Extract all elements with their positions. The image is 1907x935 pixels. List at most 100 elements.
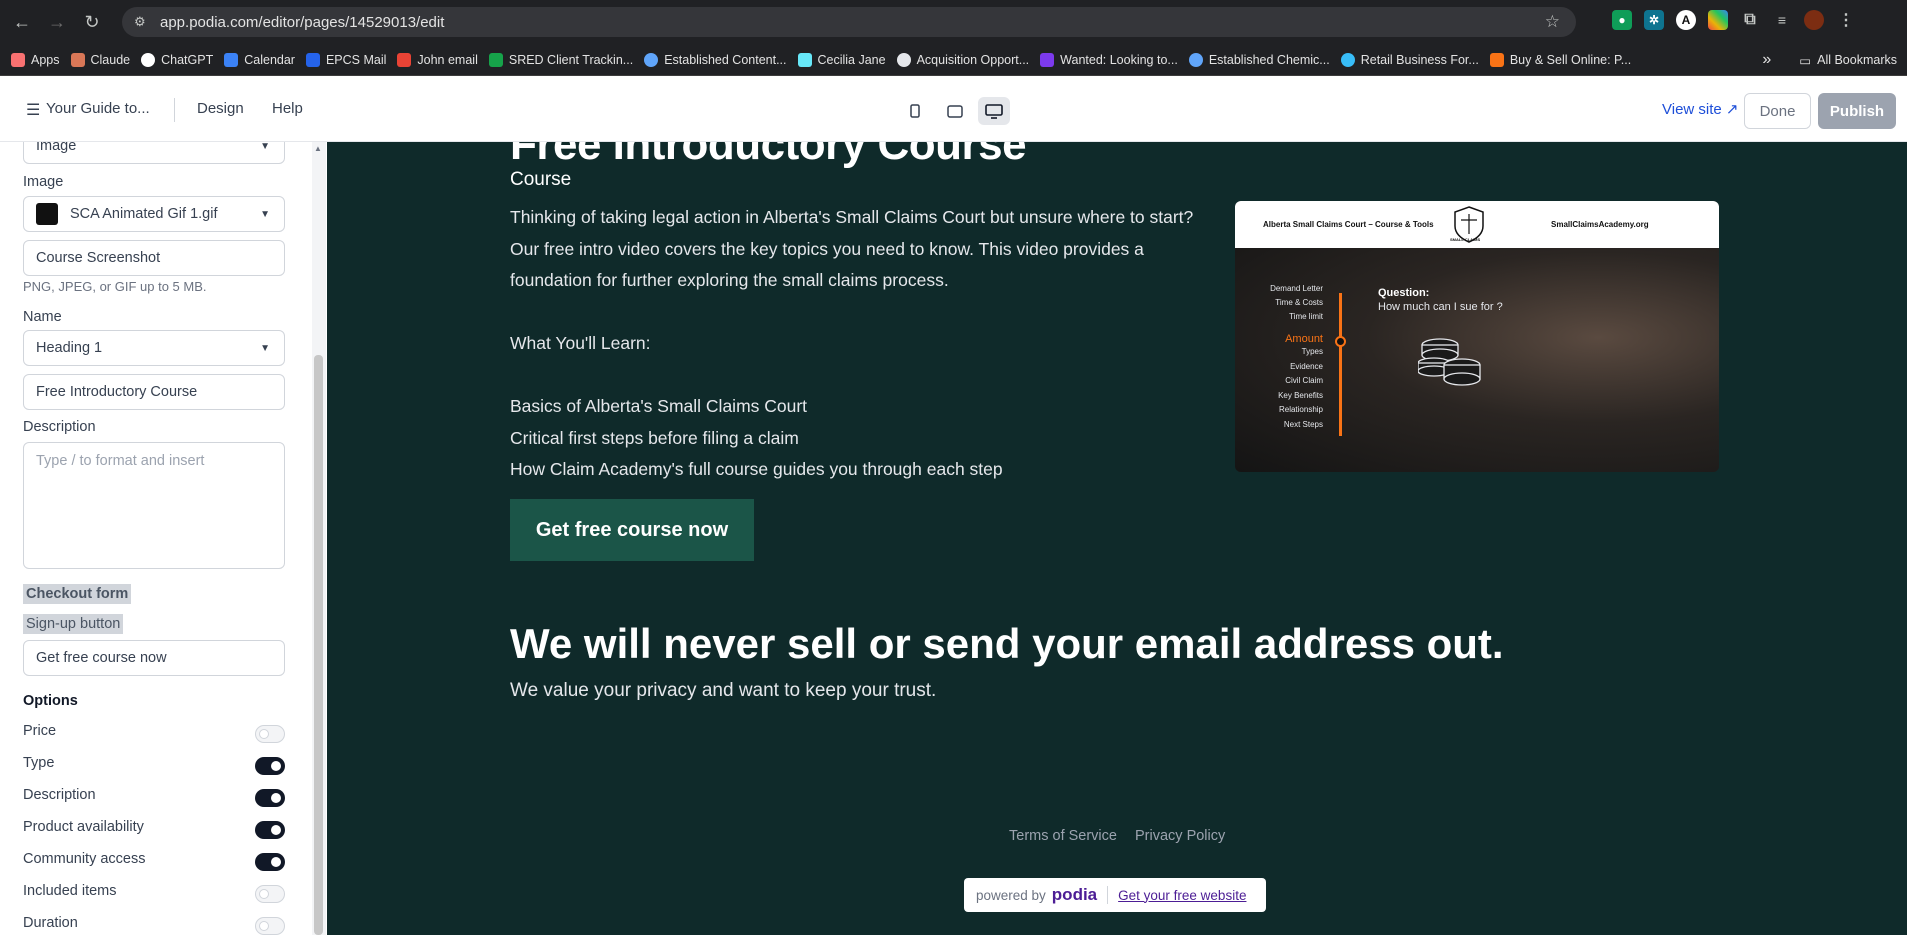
chevron-down-icon: ▼ [260,342,270,354]
menu-item: Next Steps [1283,420,1323,429]
option-price-toggle[interactable] [255,725,285,743]
menu-item: Evidence [1290,362,1323,371]
done-button[interactable]: Done [1744,93,1811,129]
menu-item: Key Benefits [1278,391,1323,400]
privacy-heading: We will never sell or send your email ad… [510,620,1504,667]
block-type-select[interactable]: Image ▼ [23,142,285,164]
powered-by-badge: powered by podia Get your free website [964,878,1266,912]
all-bookmarks-link[interactable]: All Bookmarks [1817,53,1897,67]
extension-icon[interactable]: ● [1612,10,1632,30]
page-preview: Free Introductory Course Course Thinking… [327,142,1907,935]
checkout-form-heading: Checkout form [23,584,132,604]
media-icon[interactable]: ≡ [1772,10,1792,30]
privacy-policy-link[interactable]: Privacy Policy [1135,828,1225,844]
extension-icon[interactable] [1708,10,1728,30]
option-duration-toggle[interactable] [255,917,285,935]
option-duration-label: Duration [23,915,78,931]
sidebar-scrollbar-thumb[interactable] [314,355,323,935]
timeline-marker [1335,336,1346,347]
description-label: Description [23,419,96,435]
course-title[interactable]: Free Introductory Course [510,142,1027,170]
menu-item-active: Amount [1285,333,1323,345]
bookmark-star-icon[interactable]: ☆ [1545,12,1560,32]
privacy-subtext: We value your privacy and want to keep y… [510,680,937,701]
address-bar[interactable]: ⚙ app.podia.com/editor/pages/14529013/ed… [122,7,1576,37]
heading-level-select[interactable]: Heading 1 ▼ [23,330,285,366]
tablet-preview-icon[interactable] [939,97,971,125]
bookmark-claude[interactable]: Claude [70,52,130,67]
image-hint: PNG, JPEG, or GIF up to 5 MB. [23,279,207,294]
more-bookmarks-icon[interactable]: » [1762,51,1771,69]
course-screenshot-image[interactable]: Alberta Small Claims Court – Course & To… [1235,201,1719,472]
bookmark-established-content[interactable]: Established Content... [644,52,787,67]
alt-text-input[interactable]: Course Screenshot [23,240,285,276]
menu-icon[interactable]: ⋮ [1836,10,1856,30]
bookmark-epcs-mail[interactable]: EPCS Mail [305,52,386,67]
puzzle-icon[interactable]: ⧉ [1740,10,1760,30]
option-availability-toggle[interactable] [255,821,285,839]
option-description-toggle[interactable] [255,789,285,807]
site-info-icon[interactable]: ⚙ [134,14,150,30]
product-type: Course [510,169,572,190]
menu-item: Time & Costs [1275,298,1323,307]
get-free-course-button[interactable]: Get free course now [510,499,754,561]
extensions-area: ● ✲ A ⧉ ≡ ⋮ [1612,10,1856,30]
learn-item: Critical first steps before filing a cla… [510,428,799,448]
design-link[interactable]: Design [197,100,244,117]
podia-logo[interactable]: podia [1052,885,1097,905]
extension-icon[interactable]: A [1676,10,1696,30]
question-label: Question: [1378,287,1430,299]
help-link[interactable]: Help [272,100,303,117]
bookmark-sred[interactable]: SRED Client Trackin... [488,52,633,67]
bookmarks-bar: Apps Claude ChatGPT Calendar EPCS Mail J… [0,44,1907,76]
menu-item: Civil Claim [1285,376,1323,385]
option-type-toggle[interactable] [255,757,285,775]
description-textarea[interactable]: Type / to format and insert [23,442,285,569]
option-included-toggle[interactable] [255,885,285,903]
option-availability-label: Product availability [23,819,144,835]
bookmark-john-email[interactable]: John email [397,52,478,67]
name-input[interactable]: Free Introductory Course [23,374,285,410]
chevron-down-icon: ▼ [260,208,270,220]
bookmark-apps[interactable]: Apps [11,52,60,67]
question-text: How much can I sue for ? [1378,301,1503,313]
learn-heading: What You'll Learn: [510,333,651,353]
timeline-bar [1339,293,1342,436]
back-icon[interactable]: ← [9,9,35,35]
profile-avatar[interactable] [1804,10,1824,30]
bookmark-cecilia-jane[interactable]: Cecilia Jane [797,52,886,67]
page-menu-title[interactable]: Your Guide to... [46,100,150,117]
scroll-up-icon[interactable]: ▲ [314,144,322,153]
terms-link[interactable]: Terms of Service [1009,828,1117,844]
extension-icon[interactable]: ✲ [1644,10,1664,30]
view-site-link[interactable]: View site ↗ [1662,100,1739,118]
bookmark-established-chemic[interactable]: Established Chemic... [1188,52,1330,67]
get-free-website-link[interactable]: Get your free website [1118,888,1246,903]
option-included-label: Included items [23,883,117,899]
mobile-preview-icon[interactable] [899,97,931,125]
option-community-toggle[interactable] [255,853,285,871]
signup-button-input[interactable]: Get free course now [23,640,285,676]
learn-item: How Claim Academy's full course guides y… [510,459,1003,479]
option-type-label: Type [23,755,55,771]
bookmark-buy-sell[interactable]: Buy & Sell Online: P... [1489,52,1631,67]
image-label: Image [23,174,64,190]
bookmark-calendar[interactable]: Calendar [224,52,295,67]
course-intro: Thinking of taking legal action in Alber… [510,207,1194,290]
desktop-preview-icon[interactable] [978,97,1010,125]
options-heading: Options [23,693,78,709]
name-label: Name [23,309,62,325]
forward-icon[interactable]: → [44,9,70,35]
menu-item: Relationship [1278,405,1323,414]
bookmark-acquisition[interactable]: Acquisition Opport... [896,52,1029,67]
bookmark-retail[interactable]: Retail Business For... [1340,52,1479,67]
publish-button[interactable]: Publish [1818,93,1896,129]
image-file-select[interactable]: SCA Animated Gif 1.gif ▼ [23,196,285,232]
bookmark-chatgpt[interactable]: ChatGPT [141,52,213,67]
reload-icon[interactable]: ↻ [79,9,105,35]
bookmark-wanted[interactable]: Wanted: Looking to... [1040,52,1178,67]
hamburger-icon[interactable]: ☰ [26,100,40,120]
signup-button-label: Sign-up button [23,614,124,634]
chevron-down-icon: ▼ [260,142,270,152]
editor-header: ☰ Your Guide to... Design Help View site… [0,76,1907,142]
